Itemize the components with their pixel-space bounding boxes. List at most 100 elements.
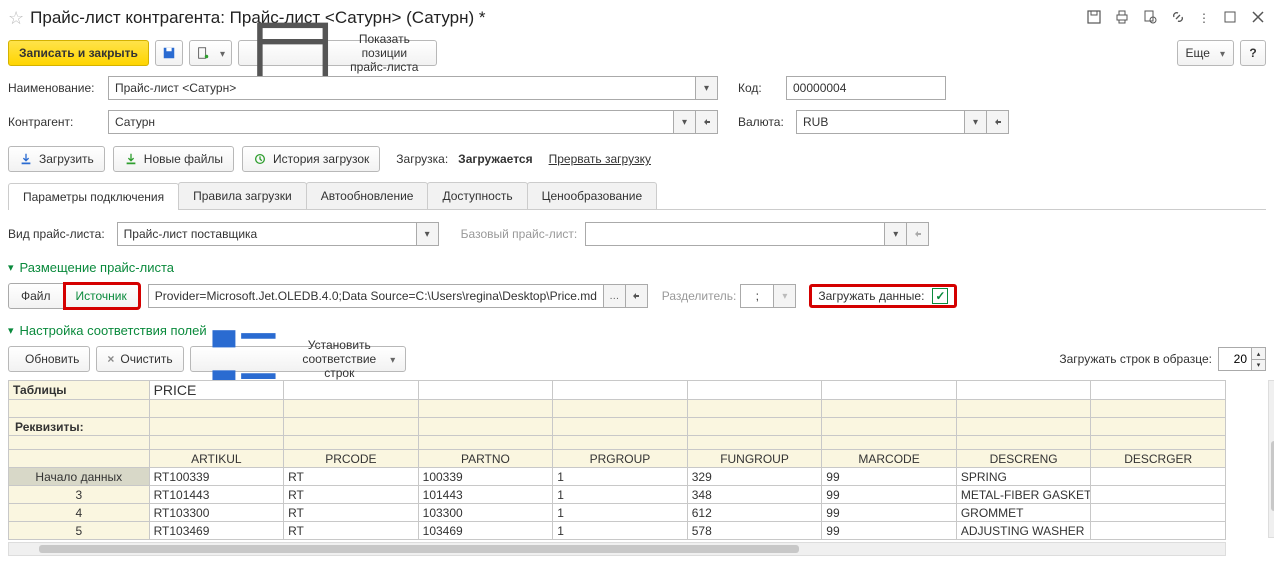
pricelist-type-dropdown[interactable]: ▾ [417, 222, 439, 246]
data-cell[interactable]: GROMMET [956, 504, 1091, 522]
code-input[interactable] [786, 76, 946, 100]
data-cell[interactable]: 1 [553, 468, 688, 486]
rekv-cell[interactable] [418, 418, 553, 436]
vertical-scrollbar[interactable] [1268, 380, 1274, 538]
report-button[interactable] [189, 40, 232, 66]
column-header[interactable]: PRGROUP [553, 450, 688, 468]
column-header[interactable]: FUNGROUP [687, 450, 822, 468]
row-number[interactable]: 5 [9, 522, 150, 540]
data-cell[interactable]: RT101443 [149, 486, 284, 504]
save-button[interactable] [155, 40, 183, 66]
close-icon[interactable] [1250, 9, 1266, 28]
maximize-icon[interactable] [1222, 9, 1238, 28]
column-header[interactable]: PARTNO [418, 450, 553, 468]
set-rows-button[interactable]: Установить соответствие строк [190, 346, 407, 372]
rekv-cell[interactable] [687, 418, 822, 436]
currency-open[interactable] [987, 110, 1009, 134]
data-cell[interactable]: 99 [822, 486, 957, 504]
preview-icon[interactable] [1142, 9, 1158, 28]
data-cell[interactable]: 103469 [418, 522, 553, 540]
data-cell[interactable]: 578 [687, 522, 822, 540]
placement-file-tab[interactable]: Файл [8, 283, 64, 309]
data-cell[interactable]: ADJUSTING WASHER [956, 522, 1091, 540]
data-cell[interactable]: 612 [687, 504, 822, 522]
data-cell[interactable]: RT [284, 504, 419, 522]
currency-dropdown[interactable]: ▾ [965, 110, 987, 134]
kebab-icon[interactable]: ⋮ [1198, 11, 1210, 25]
tab-auto[interactable]: Автообновление [306, 182, 429, 209]
show-positions-button[interactable]: Показать позиции прайс-листа [238, 40, 438, 66]
data-cell[interactable]: RT100339 [149, 468, 284, 486]
group-mapping-toggle[interactable]: Настройка соответствия полей [8, 323, 1266, 338]
table-selected[interactable]: PRICE [149, 381, 284, 400]
data-cell[interactable]: 1 [553, 486, 688, 504]
tab-availability[interactable]: Доступность [427, 182, 527, 209]
row-number[interactable]: Начало данных [9, 468, 150, 486]
rekv-cell[interactable] [822, 418, 957, 436]
data-cell[interactable] [1091, 486, 1226, 504]
data-cell[interactable]: 1 [553, 504, 688, 522]
history-button[interactable]: История загрузок [242, 146, 380, 172]
data-cell[interactable]: 99 [822, 468, 957, 486]
data-cell[interactable]: RT [284, 522, 419, 540]
star-icon[interactable]: ☆ [8, 8, 24, 29]
print-icon[interactable] [1114, 9, 1130, 28]
counterparty-dropdown[interactable]: ▾ [674, 110, 696, 134]
rekv-cell[interactable] [1091, 418, 1226, 436]
rekv-cell[interactable] [284, 418, 419, 436]
sample-rows-up[interactable]: ▴ [1252, 347, 1266, 359]
data-cell[interactable] [1091, 522, 1226, 540]
counterparty-open[interactable] [696, 110, 718, 134]
tab-connection[interactable]: Параметры подключения [8, 183, 179, 210]
currency-input[interactable] [796, 110, 965, 134]
tab-pricing[interactable]: Ценообразование [527, 182, 658, 209]
counterparty-input[interactable] [108, 110, 674, 134]
tab-rules[interactable]: Правила загрузки [178, 182, 307, 209]
new-files-button[interactable]: Новые файлы [113, 146, 234, 172]
data-cell[interactable]: 99 [822, 504, 957, 522]
group-placement-toggle[interactable]: Размещение прайс-листа [8, 260, 1266, 275]
more-button[interactable]: Еще [1177, 40, 1234, 66]
data-cell[interactable]: 329 [687, 468, 822, 486]
placement-source-tab[interactable]: Источник [64, 283, 140, 309]
save-and-close-button[interactable]: Записать и закрыть [8, 40, 149, 66]
load-button[interactable]: Загрузить [8, 146, 105, 172]
connection-string-open[interactable] [626, 284, 648, 308]
name-dropdown[interactable]: ▾ [696, 76, 718, 100]
data-cell[interactable]: SPRING [956, 468, 1091, 486]
cancel-load-link[interactable]: Прервать загрузку [549, 152, 651, 166]
row-number[interactable]: 3 [9, 486, 150, 504]
horizontal-scrollbar[interactable] [8, 542, 1226, 556]
data-cell[interactable] [1091, 504, 1226, 522]
help-button[interactable]: ? [1240, 40, 1266, 66]
mapping-grid[interactable]: ТаблицыPRICEРеквизиты:ARTIKULPRCODEPARTN… [8, 380, 1266, 556]
column-header[interactable]: DESCRGER [1091, 450, 1226, 468]
refresh-button[interactable]: Обновить [8, 346, 90, 372]
column-header[interactable]: PRCODE [284, 450, 419, 468]
column-header[interactable]: MARCODE [822, 450, 957, 468]
connection-string-browse[interactable]: … [604, 284, 626, 308]
load-data-checkbox[interactable]: ✓ [932, 288, 948, 304]
sample-rows-input[interactable] [1218, 347, 1252, 371]
sample-rows-down[interactable]: ▾ [1252, 359, 1266, 371]
data-cell[interactable]: 101443 [418, 486, 553, 504]
link-icon[interactable] [1170, 9, 1186, 28]
data-cell[interactable]: RT [284, 468, 419, 486]
data-cell[interactable]: 99 [822, 522, 957, 540]
connection-string-input[interactable] [148, 284, 604, 308]
clear-button[interactable]: ×Очистить [96, 346, 183, 372]
rekv-cell[interactable] [553, 418, 688, 436]
data-cell[interactable]: RT103469 [149, 522, 284, 540]
data-cell[interactable] [1091, 468, 1226, 486]
name-input[interactable] [108, 76, 696, 100]
data-cell[interactable]: METAL-FIBER GASKET [956, 486, 1091, 504]
data-cell[interactable]: 1 [553, 522, 688, 540]
pricelist-type-select[interactable]: Прайс-лист поставщика [117, 222, 417, 246]
row-number[interactable]: 4 [9, 504, 150, 522]
save-icon[interactable] [1086, 9, 1102, 28]
data-cell[interactable]: RT103300 [149, 504, 284, 522]
data-cell[interactable]: 348 [687, 486, 822, 504]
rekv-cell[interactable] [956, 418, 1091, 436]
data-cell[interactable]: 100339 [418, 468, 553, 486]
data-cell[interactable]: RT [284, 486, 419, 504]
